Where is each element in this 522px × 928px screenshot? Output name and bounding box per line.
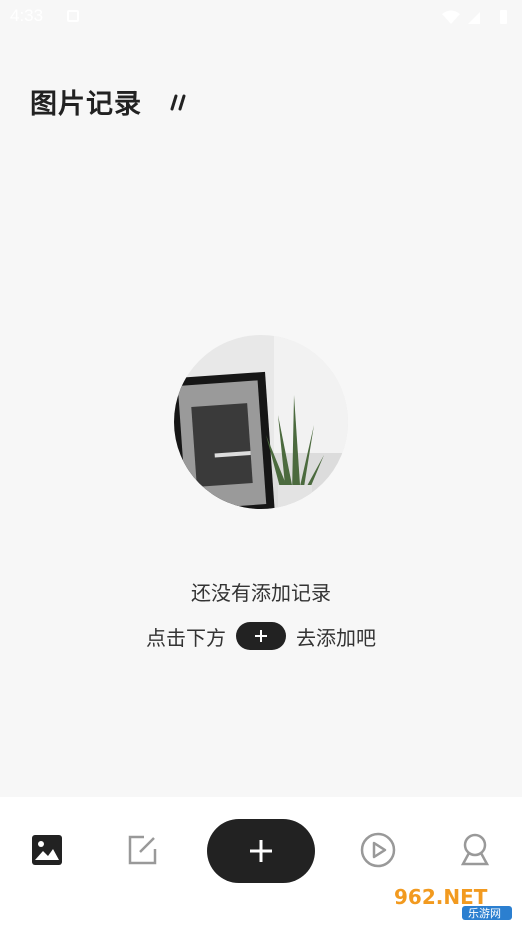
play-icon bbox=[360, 832, 396, 868]
inline-plus-badge bbox=[236, 622, 286, 650]
site-watermark: 962.NET 乐游网 bbox=[384, 882, 516, 922]
plus-icon bbox=[250, 840, 272, 862]
double-slash-icon bbox=[170, 94, 186, 111]
watermark-text-bottom: 乐游网 bbox=[468, 907, 501, 920]
wifi-icon bbox=[442, 10, 460, 24]
empty-hint: 点击下方 去添加吧 bbox=[0, 620, 522, 652]
status-icons bbox=[442, 10, 507, 24]
empty-hint-after: 去添加吧 bbox=[296, 625, 376, 650]
signal-icon bbox=[468, 12, 480, 24]
image-icon bbox=[32, 835, 62, 865]
add-record-button[interactable] bbox=[207, 819, 315, 883]
empty-hint-before: 点击下方 bbox=[146, 625, 226, 650]
notification-icon bbox=[67, 10, 79, 22]
nav-video[interactable] bbox=[358, 830, 398, 870]
edit-icon bbox=[128, 835, 157, 865]
status-bar: 4:33 bbox=[0, 0, 522, 34]
nav-notes[interactable] bbox=[122, 830, 162, 870]
empty-illustration bbox=[174, 335, 348, 509]
empty-message: 还没有添加记录 bbox=[191, 581, 331, 605]
page-title: 图片记录 bbox=[30, 89, 142, 120]
watermark-text-top: 962.NET bbox=[394, 885, 488, 909]
battery-icon bbox=[500, 10, 507, 24]
status-time: 4:33 bbox=[10, 6, 44, 25]
nav-profile[interactable] bbox=[455, 830, 495, 870]
user-icon bbox=[460, 833, 490, 866]
nav-photos[interactable] bbox=[27, 830, 67, 870]
bottom-nav: 962.NET 乐游网 bbox=[0, 797, 522, 928]
plus-icon bbox=[255, 630, 267, 642]
